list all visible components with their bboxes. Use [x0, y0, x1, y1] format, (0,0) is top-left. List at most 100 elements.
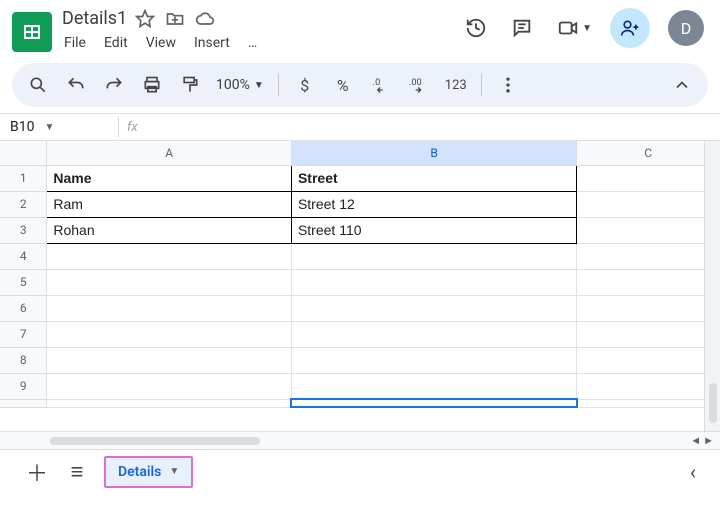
formula-bar: B10 ▼ fx — [0, 113, 720, 141]
scrollbar-thumb[interactable] — [709, 383, 717, 423]
cell-C9[interactable] — [577, 373, 704, 399]
cell-B9[interactable] — [291, 373, 576, 399]
sheet-tab-details[interactable]: Details ▼ — [104, 456, 193, 488]
row-header[interactable]: 7 — [0, 321, 47, 347]
row-header[interactable]: 6 — [0, 295, 47, 321]
share-button[interactable] — [610, 8, 650, 48]
row-header[interactable]: 3 — [0, 217, 47, 243]
move-icon[interactable] — [165, 9, 185, 29]
cell-B5[interactable] — [291, 269, 576, 295]
cell-A8[interactable] — [47, 347, 292, 373]
menu-edit[interactable]: Edit — [102, 33, 130, 53]
cell-A2[interactable]: Ram — [47, 191, 292, 217]
cell-C4[interactable] — [577, 243, 704, 269]
chevron-down-icon: ▼ — [44, 122, 54, 133]
video-icon — [554, 14, 582, 42]
cell-B7[interactable] — [291, 321, 576, 347]
name-box[interactable]: B10 ▼ — [10, 119, 110, 135]
star-icon[interactable] — [135, 9, 155, 29]
menu-file[interactable]: File — [62, 33, 88, 53]
select-all-corner[interactable] — [0, 141, 47, 165]
name-box-value: B10 — [10, 119, 34, 135]
paint-format-icon[interactable] — [178, 73, 202, 97]
cell-B10[interactable] — [291, 399, 576, 407]
header: Details1 File Edit View Insert … — [0, 0, 720, 53]
zoom-dropdown[interactable]: 100% ▼ — [216, 77, 264, 93]
cell-C10[interactable] — [577, 399, 704, 407]
explore-icon[interactable]: ‹ — [690, 460, 696, 484]
account-avatar[interactable]: D — [668, 10, 704, 46]
row-header[interactable]: 2 — [0, 191, 47, 217]
cell-A9[interactable] — [47, 373, 292, 399]
all-sheets-icon[interactable]: ≡ — [64, 459, 90, 485]
cell-A3[interactable]: Rohan — [47, 217, 292, 243]
separator — [278, 74, 279, 96]
number-format-button[interactable]: 123 — [445, 73, 467, 97]
cell-C1[interactable] — [577, 165, 704, 191]
comments-icon[interactable] — [508, 14, 536, 42]
percent-button[interactable]: % — [331, 73, 355, 97]
scroll-right-icon[interactable]: ► — [703, 434, 714, 447]
cloud-status-icon[interactable] — [195, 9, 215, 29]
svg-text:.0: .0 — [372, 78, 380, 88]
cell-B8[interactable] — [291, 347, 576, 373]
scroll-left-icon[interactable]: ◄ — [690, 434, 701, 447]
col-header-B[interactable]: B — [291, 141, 576, 165]
toolbar: 100% ▼ $ % .0 .00 123 — [12, 63, 708, 107]
horizontal-scrollbar[interactable] — [46, 435, 690, 447]
increase-decimal-button[interactable]: .00 — [407, 73, 431, 97]
menu-insert[interactable]: Insert — [192, 33, 232, 53]
meet-button[interactable]: ▼ — [554, 14, 592, 42]
more-tools-icon[interactable] — [496, 73, 520, 97]
vertical-scrollbar[interactable] — [704, 141, 720, 431]
undo-icon[interactable] — [64, 73, 88, 97]
sheets-logo-icon[interactable] — [12, 12, 52, 52]
cell-C7[interactable] — [577, 321, 704, 347]
cell-C8[interactable] — [577, 347, 704, 373]
separator — [118, 117, 119, 137]
row-header[interactable]: 9 — [0, 373, 47, 399]
cell-A1[interactable]: Name — [47, 165, 292, 191]
row-header-10[interactable] — [0, 399, 47, 407]
cell-A7[interactable] — [47, 321, 292, 347]
row-header[interactable]: 4 — [0, 243, 47, 269]
col-header-C[interactable]: C — [577, 141, 704, 165]
cell-A5[interactable] — [47, 269, 292, 295]
title-block: Details1 File Edit View Insert … — [62, 8, 259, 53]
add-sheet-icon[interactable]: ＋ — [24, 459, 50, 485]
row-header[interactable]: 5 — [0, 269, 47, 295]
cell-C5[interactable] — [577, 269, 704, 295]
chevron-down-icon: ▼ — [254, 80, 264, 91]
scrollbar-thumb[interactable] — [50, 437, 260, 445]
sheet-tab-bar: ＋ ≡ Details ▼ ‹ — [0, 449, 720, 493]
cell-A4[interactable] — [47, 243, 292, 269]
decrease-decimal-button[interactable]: .0 — [369, 73, 393, 97]
cell-B6[interactable] — [291, 295, 576, 321]
row-header[interactable]: 1 — [0, 165, 47, 191]
search-icon[interactable] — [26, 73, 50, 97]
spreadsheet-grid[interactable]: A B C 1 Name Street 2 Ram Street 12 3 Ro… — [0, 141, 704, 408]
cell-C3[interactable] — [577, 217, 704, 243]
cell-B1[interactable]: Street — [291, 165, 576, 191]
row-header[interactable]: 8 — [0, 347, 47, 373]
currency-button[interactable]: $ — [293, 73, 317, 97]
cell-A10[interactable] — [47, 399, 292, 407]
header-right: ▼ D — [462, 8, 708, 48]
redo-icon[interactable] — [102, 73, 126, 97]
chevron-down-icon: ▼ — [582, 23, 592, 34]
separator — [481, 74, 482, 96]
menu-more[interactable]: … — [246, 33, 259, 53]
cell-C2[interactable] — [577, 191, 704, 217]
history-icon[interactable] — [462, 14, 490, 42]
cell-B2[interactable]: Street 12 — [291, 191, 576, 217]
document-title[interactable]: Details1 — [62, 8, 127, 29]
cell-A6[interactable] — [47, 295, 292, 321]
collapse-toolbar-icon[interactable] — [670, 73, 694, 97]
menu-view[interactable]: View — [144, 33, 178, 53]
cell-B4[interactable] — [291, 243, 576, 269]
print-icon[interactable] — [140, 73, 164, 97]
col-header-A[interactable]: A — [47, 141, 292, 165]
horizontal-scrollbar-row: ◄ ► — [0, 431, 720, 449]
cell-C6[interactable] — [577, 295, 704, 321]
cell-B3[interactable]: Street 110 — [291, 217, 576, 243]
